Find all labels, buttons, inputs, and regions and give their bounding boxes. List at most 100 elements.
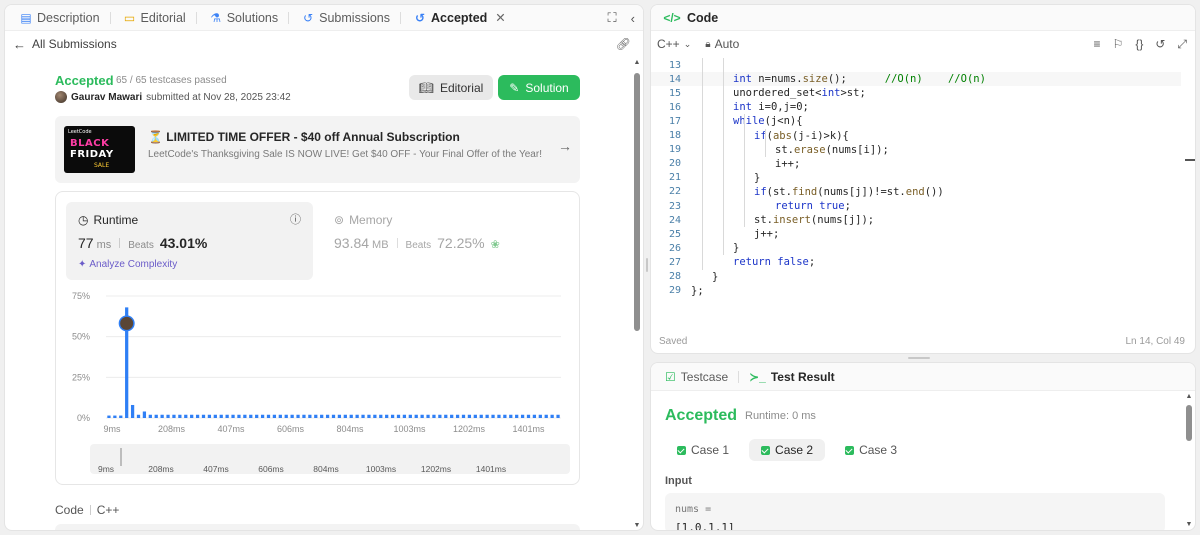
chevron-down-icon: ⌄ bbox=[683, 38, 692, 49]
reset-icon[interactable]: ↺ bbox=[1155, 37, 1165, 51]
chart-bar bbox=[379, 414, 383, 418]
description-icon: ▤ bbox=[20, 10, 32, 25]
close-tab-icon[interactable]: ✕ bbox=[495, 10, 505, 25]
scrollbar-thumb[interactable] bbox=[634, 73, 640, 331]
code-line[interactable]: 27 return false; bbox=[651, 255, 1181, 269]
line-number: 28 bbox=[668, 271, 681, 282]
tab-solutions[interactable]: ⚗ Solutions bbox=[203, 5, 295, 31]
arrow-left-icon[interactable]: ← bbox=[13, 37, 26, 52]
chart-bar bbox=[385, 414, 389, 418]
case-3-tab[interactable]: Case 3 bbox=[833, 439, 909, 461]
scrollbar-thumb[interactable] bbox=[1186, 405, 1192, 441]
chart-bar bbox=[432, 414, 436, 418]
book-icon: ▭ bbox=[123, 10, 136, 25]
solution-button[interactable]: ✎ Solution bbox=[498, 75, 580, 100]
tab-editorial[interactable]: ▭ Editorial bbox=[117, 5, 203, 31]
promo-banner[interactable]: LeetCode BLACK FRIDAY SALE ⏳ LIMITED TIM… bbox=[55, 116, 580, 183]
divider bbox=[119, 238, 121, 248]
y-tick-label: 25% bbox=[72, 372, 90, 382]
runtime-box[interactable]: ◷ Runtime ⓘ 77 ms Beats 43.01% ✦ Analyze… bbox=[66, 202, 313, 280]
chart-bar bbox=[119, 415, 123, 418]
code-text: }; bbox=[691, 285, 704, 297]
code-line[interactable]: 15 unordered_set<int>st; bbox=[651, 86, 1181, 100]
code-token: i=0,j=0; bbox=[758, 101, 809, 114]
code-line[interactable]: 26} bbox=[651, 241, 1181, 255]
code-line[interactable]: 21} bbox=[651, 171, 1181, 185]
chart-bar bbox=[231, 414, 235, 418]
code-line[interactable]: 24 st.insert(nums[j]); bbox=[651, 213, 1181, 227]
vertical-splitter-handle[interactable] bbox=[646, 258, 648, 272]
runtime-label-text: Runtime bbox=[93, 213, 139, 227]
code-text: if(st.find(nums[j])!=st.end()) bbox=[754, 186, 944, 198]
runtime-value: 77 ms Beats 43.01% bbox=[78, 235, 207, 251]
code-token: size bbox=[802, 73, 828, 86]
language-select[interactable]: C++ ⌄ bbox=[657, 37, 691, 51]
format-icon[interactable]: ≡ bbox=[1094, 37, 1101, 51]
tab-submissions[interactable]: ↺ Submissions bbox=[295, 5, 407, 31]
bookmark-icon[interactable]: ⚐ bbox=[1113, 37, 1124, 51]
analyze-complexity-link[interactable]: ✦ Analyze Complexity bbox=[78, 259, 177, 270]
braces-icon[interactable]: {} bbox=[1135, 37, 1143, 51]
chart-bar bbox=[260, 414, 265, 418]
tab-accepted[interactable]: ↺ Accepted ✕ bbox=[407, 5, 512, 31]
tab-code[interactable]: </> Code bbox=[659, 5, 724, 31]
left-panel-controls: ⛶ ‹ bbox=[608, 5, 635, 31]
code-line[interactable]: 19 st.erase(nums[i]); bbox=[651, 143, 1181, 157]
code-line[interactable]: 18 if(abs(j-i)>k){ bbox=[651, 129, 1181, 143]
code-line[interactable]: 17 while(j<n){ bbox=[651, 114, 1181, 128]
chart-bar bbox=[136, 414, 141, 418]
flask-icon: ⚗ bbox=[210, 10, 222, 25]
memory-label[interactable]: ⊚ Memory bbox=[334, 213, 392, 227]
collapse-left-icon[interactable]: ‹ bbox=[631, 11, 635, 26]
line-number: 15 bbox=[668, 87, 681, 99]
x-tick-label: 208ms bbox=[158, 424, 186, 434]
code-text: if(abs(j-i)>k){ bbox=[754, 130, 849, 142]
auto-mode[interactable]: 🔒︎ Auto bbox=[705, 37, 739, 51]
code-panel: </> Code C++ ⌄ 🔒︎ Auto ≡ ⚐ {} ↺ ⤢ 13 14 in… bbox=[650, 4, 1196, 354]
auto-mode-label: Auto bbox=[714, 37, 740, 51]
tab-test-result[interactable]: ≻_ Test Result bbox=[743, 370, 841, 384]
scroll-up-icon[interactable]: ▲ bbox=[633, 59, 641, 66]
code-line[interactable]: 16 int i=0,j=0; bbox=[651, 100, 1181, 114]
sparkle-icon: ✦ bbox=[78, 259, 87, 270]
editorial-button[interactable]: 📖︎ Editorial bbox=[409, 75, 493, 100]
chart-bar bbox=[503, 414, 507, 418]
code-line[interactable]: 20 i++; bbox=[651, 157, 1181, 171]
horizontal-splitter-handle[interactable] bbox=[908, 357, 930, 359]
editor-scrollbar[interactable] bbox=[1185, 39, 1195, 349]
code-token: >st; bbox=[840, 87, 866, 100]
share-link-icon[interactable]: 🔗︎ bbox=[616, 37, 631, 51]
chart-range-slider[interactable]: 9ms 208ms 407ms 606ms 804ms 1003ms 1202ms 1401m… bbox=[90, 444, 570, 474]
code-line[interactable]: 23 return true; bbox=[651, 199, 1181, 213]
tab-description[interactable]: ▤ Description bbox=[13, 5, 117, 31]
scroll-up-icon[interactable]: ▲ bbox=[1185, 393, 1193, 400]
code-line[interactable]: 25 j++; bbox=[651, 227, 1181, 241]
back-link-bar: ← All Submissions 🔗︎ bbox=[5, 31, 643, 57]
code-line[interactable]: 14 int n=nums.size(); //O(n) //O(n) bbox=[651, 72, 1181, 87]
case-1-tab[interactable]: Case 1 bbox=[665, 439, 741, 461]
scroll-down-icon[interactable]: ▼ bbox=[1185, 521, 1193, 528]
info-icon[interactable]: ⓘ bbox=[290, 211, 301, 227]
arrow-right-icon[interactable]: → bbox=[558, 138, 572, 154]
result-status: Accepted bbox=[665, 407, 738, 424]
code-line[interactable]: 13 bbox=[651, 58, 1181, 72]
maximize-icon[interactable]: ⛶ bbox=[608, 10, 617, 26]
code-line[interactable]: 28} bbox=[651, 270, 1181, 284]
submitted-code-block bbox=[55, 524, 580, 530]
result-scrollbar[interactable]: ▲ ▼ bbox=[1185, 393, 1193, 528]
code-text: } bbox=[754, 172, 760, 184]
left-scrollbar[interactable]: ▲ ▼ bbox=[633, 59, 641, 529]
all-submissions-link[interactable]: All Submissions bbox=[32, 37, 117, 51]
tab-testcase[interactable]: ☑ Testcase bbox=[659, 370, 734, 384]
scroll-down-icon[interactable]: ▼ bbox=[633, 522, 641, 529]
author-name[interactable]: Gaurav Mawari bbox=[71, 92, 142, 103]
case-2-tab[interactable]: Case 2 bbox=[749, 439, 826, 461]
runtime-distribution-chart[interactable]: 75% 50% 25% 0% 9ms 208ms 407ms 606ms 804ms 1003ms… bbox=[56, 286, 581, 436]
avatar[interactable] bbox=[55, 91, 67, 103]
code-editor[interactable]: 13 14 int n=nums.size(); //O(n) //O(n) 15 un… bbox=[651, 58, 1195, 328]
chart-bar bbox=[225, 414, 229, 418]
code-line[interactable]: 22 if(st.find(nums[j])!=st.end()) bbox=[651, 185, 1181, 199]
code-text: st.erase(nums[i]); bbox=[775, 144, 889, 156]
runtime-label: ◷ Runtime bbox=[78, 213, 138, 227]
code-line[interactable]: 29}; bbox=[651, 284, 1181, 298]
